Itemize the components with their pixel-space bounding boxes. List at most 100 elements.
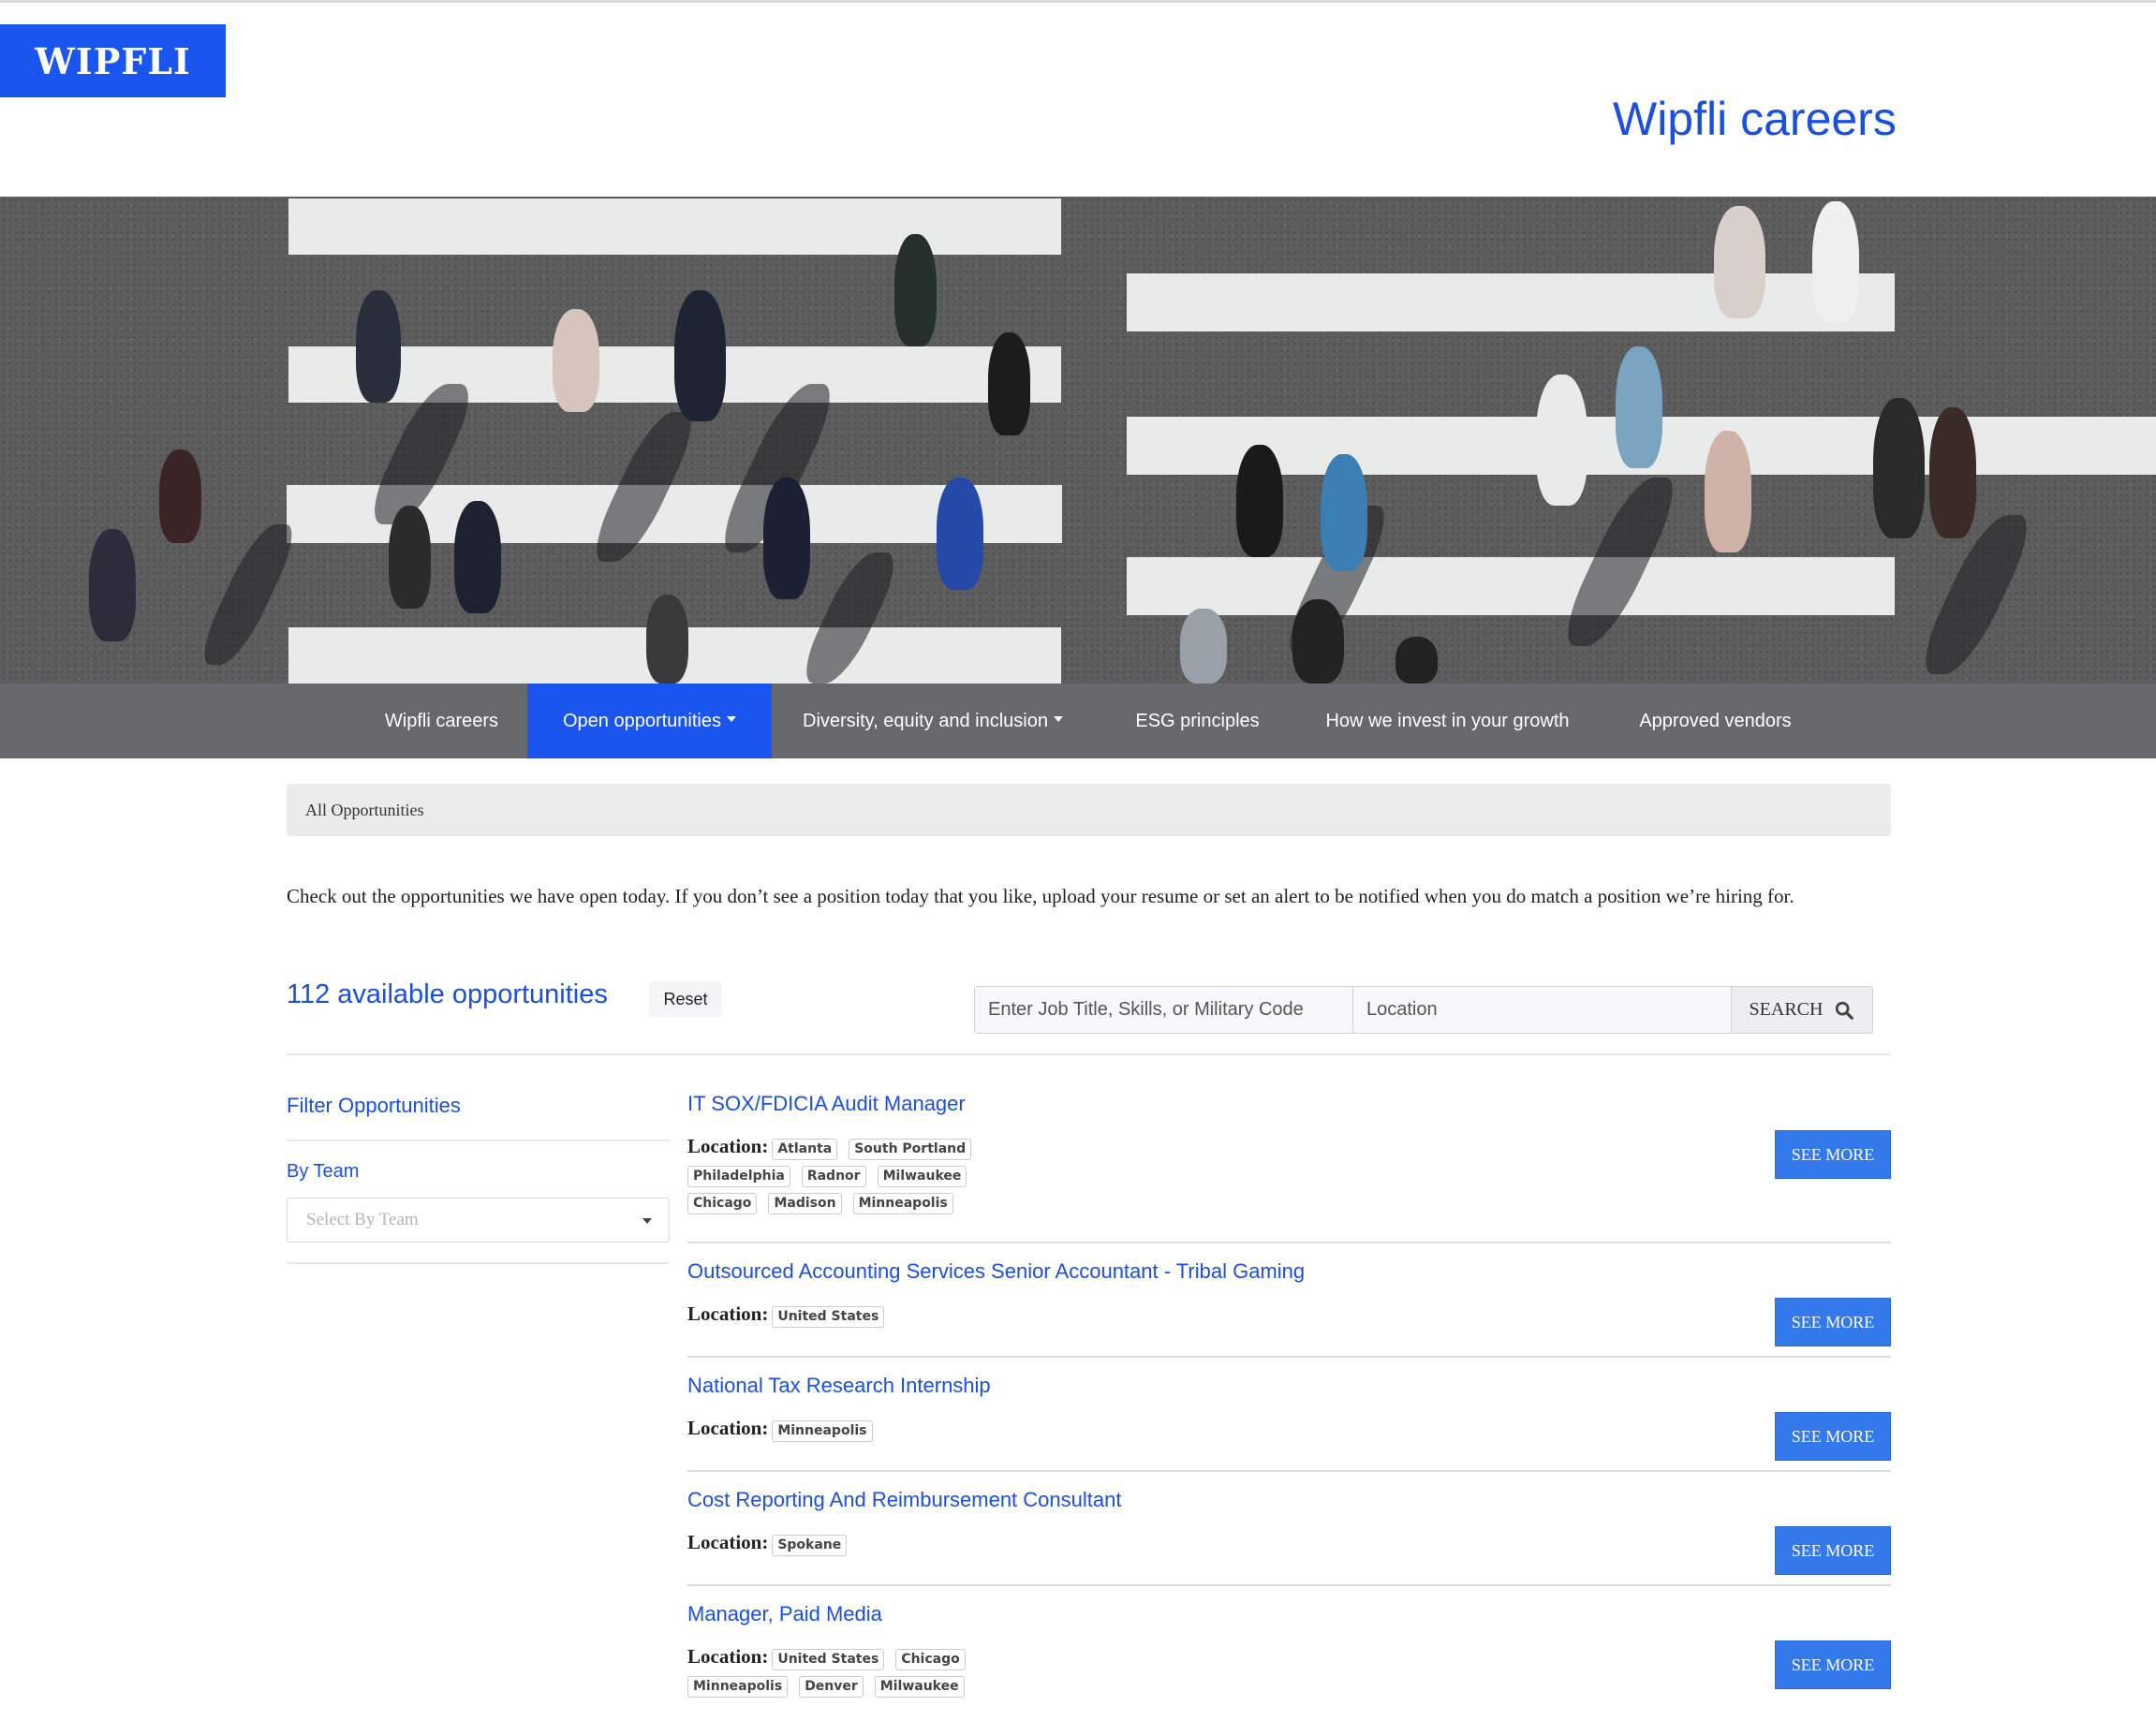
site-title[interactable]: Wipfli careers [1613, 92, 1897, 146]
search-icon [1836, 1001, 1854, 1020]
divider [687, 1470, 1891, 1472]
pedestrian [1536, 375, 1587, 506]
pedestrian [553, 309, 599, 412]
pedestrian [1616, 346, 1662, 468]
logo-text: WIPFLI [35, 39, 191, 82]
team-select-placeholder: Select By Team [306, 1210, 419, 1229]
pedestrian [159, 449, 201, 543]
job-title-link[interactable]: Outsourced Accounting Services Senior Ac… [687, 1259, 1305, 1284]
pedestrian [988, 332, 1030, 435]
location-tag: Madison [768, 1193, 842, 1215]
pedestrian [356, 290, 401, 403]
team-select[interactable]: Select By Team [287, 1198, 670, 1243]
location-search-input[interactable]: Location [1353, 987, 1732, 1033]
job-locations: Location: Atlanta South Portland Philadelp… [687, 1133, 997, 1217]
job-title-link[interactable]: IT SOX/FDICIA Audit Manager [687, 1092, 966, 1116]
keyword-search-input[interactable]: Enter Job Title, Skills, or Military Cod… [975, 987, 1353, 1033]
pedestrian [674, 290, 726, 421]
job-listing: IT SOX/FDICIA Audit Manager Location: Atl… [687, 1092, 1891, 1243]
breadcrumb-current: All Opportunities [305, 800, 424, 819]
intro-text: Check out the opportunities we have open… [287, 885, 1794, 907]
crosswalk-stripe [1127, 557, 1895, 615]
see-more-button[interactable]: SEE MORE [1775, 1526, 1891, 1575]
job-title-link[interactable]: Manager, Paid Media [687, 1602, 882, 1626]
nav-approved-vendors[interactable]: Approved vendors [1594, 684, 1837, 758]
location-tag: Philadelphia [687, 1166, 790, 1188]
nav-label: ESG principles [1135, 710, 1260, 731]
nav-invest-in-growth[interactable]: How we invest in your growth [1301, 684, 1594, 758]
nav-label: How we invest in your growth [1325, 710, 1570, 731]
location-label: Location: [687, 1302, 769, 1325]
pedestrian [89, 529, 136, 641]
nav-esg-principles[interactable]: ESG principles [1094, 684, 1301, 758]
pedestrian [1236, 445, 1283, 557]
crosswalk-stripe [288, 199, 1061, 255]
pedestrian [1180, 609, 1227, 684]
location-label: Location: [687, 1135, 769, 1157]
main-nav: Wipfli careers Open opportunities Divers… [0, 684, 2156, 758]
pedestrian [894, 234, 937, 346]
location-tag: Spokane [772, 1535, 848, 1557]
crosswalk-stripe [1127, 273, 1895, 331]
location-tag: Atlanta [772, 1139, 838, 1161]
search-bar: Enter Job Title, Skills, or Military Cod… [974, 986, 1873, 1034]
divider [687, 1242, 1891, 1243]
pedestrian [646, 595, 688, 684]
breadcrumb: All Opportunities [287, 784, 1891, 836]
job-listing: Manager, Paid Media Location: United Stat… [687, 1602, 1891, 1721]
nav-wipfli-careers[interactable]: Wipfli careers [356, 684, 527, 758]
job-listing: National Tax Research Internship Locatio… [687, 1374, 1891, 1472]
pedestrian [1705, 431, 1751, 552]
location-tag: South Portland [849, 1139, 972, 1161]
divider [287, 1053, 1891, 1055]
divider [687, 1584, 1891, 1586]
pedestrian [1873, 398, 1925, 538]
reset-button[interactable]: Reset [649, 981, 722, 1017]
job-locations: Location: United States [687, 1301, 895, 1331]
location-label: Location: [687, 1645, 769, 1668]
see-more-button[interactable]: SEE MORE [1775, 1298, 1891, 1346]
location-tag: United States [772, 1649, 885, 1671]
wipfli-logo[interactable]: WIPFLI [0, 24, 226, 97]
nav-open-opportunities[interactable]: Open opportunities [527, 684, 772, 758]
nav-label: Open opportunities [562, 710, 721, 731]
pedestrian [1395, 637, 1438, 684]
hero-image [0, 197, 2156, 684]
opportunities-count: 112 available opportunities [287, 979, 608, 1009]
location-tag: Milwaukee [877, 1166, 967, 1188]
location-label: Location: [687, 1531, 769, 1553]
pedestrian [1292, 599, 1344, 684]
caret-down-icon [1053, 716, 1063, 722]
job-locations: Location: Minneapolis [687, 1415, 884, 1445]
see-more-button[interactable]: SEE MORE [1775, 1640, 1891, 1689]
job-listing: Cost Reporting And Reimbursement Consult… [687, 1488, 1891, 1586]
nav-label: Wipfli careers [384, 710, 499, 731]
location-label: Location: [687, 1417, 769, 1439]
job-title-link[interactable]: National Tax Research Internship [687, 1374, 991, 1398]
caret-down-icon [642, 1218, 652, 1224]
pedestrian [937, 478, 983, 590]
location-tag: Radnor [801, 1166, 866, 1188]
filter-title: Filter Opportunities [287, 1094, 461, 1117]
location-tag: Chicago [687, 1193, 758, 1215]
job-locations: Location: United States Chicago Minneapoli… [687, 1643, 997, 1700]
divider [287, 1140, 670, 1141]
search-button-label: SEARCH [1749, 999, 1824, 1020]
see-more-button[interactable]: SEE MORE [1775, 1412, 1891, 1461]
pedestrian [454, 501, 501, 613]
job-listing: Outsourced Accounting Services Senior Ac… [687, 1259, 1891, 1358]
nav-label: Approved vendors [1639, 710, 1792, 731]
location-tag: Minneapolis [852, 1193, 953, 1215]
pedestrian [389, 506, 431, 609]
job-title-link[interactable]: Cost Reporting And Reimbursement Consult… [687, 1488, 1121, 1512]
nav-diversity-equity-inclusion[interactable]: Diversity, equity and inclusion [772, 684, 1094, 758]
divider [687, 1356, 1891, 1358]
location-tag: Milwaukee [874, 1676, 965, 1699]
job-locations: Location: Spokane [687, 1529, 858, 1559]
pedestrian [763, 478, 810, 599]
location-tag: Chicago [895, 1649, 966, 1671]
nav-label: Diversity, equity and inclusion [803, 710, 1048, 731]
pedestrian [1812, 201, 1859, 323]
see-more-button[interactable]: SEE MORE [1775, 1130, 1891, 1179]
search-button[interactable]: SEARCH [1732, 987, 1872, 1033]
